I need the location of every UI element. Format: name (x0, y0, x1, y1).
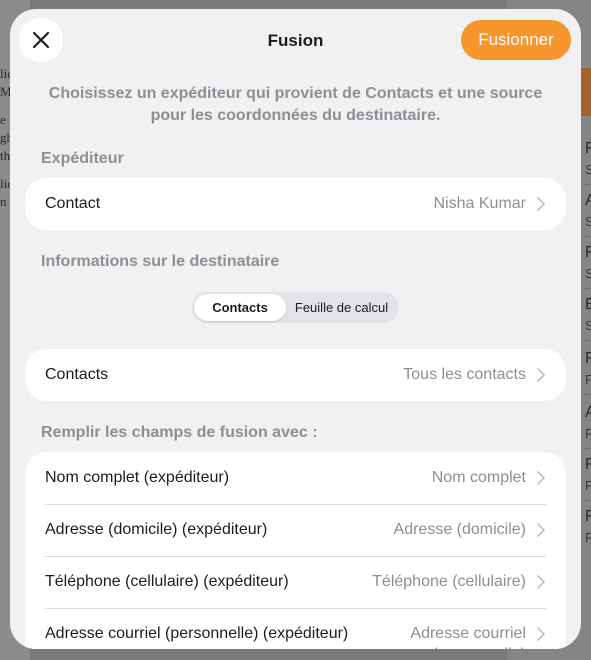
background-letter: A (585, 404, 591, 421)
background-letter: E (585, 296, 591, 313)
section-header-merge-fields: Remplir les champs de fusion avec : (41, 424, 318, 441)
background-divider (585, 500, 591, 501)
merge-field-row-home-address[interactable]: Adresse (domicile) (expéditeur) Adresse … (25, 504, 566, 556)
background-divider (585, 236, 591, 237)
chevron-right-icon (537, 368, 545, 382)
intro-text: Choisissez un expéditeur qui provient de… (48, 85, 543, 124)
background-letter: F (585, 140, 591, 157)
recipient-contacts-row[interactable]: Contacts Tous les contacts (25, 349, 566, 401)
background-divider (585, 288, 591, 289)
background-letter-sub: S (585, 162, 591, 177)
background-letter-sub: S (585, 214, 591, 229)
sender-contact-row[interactable]: Contact Nisha Kumar (25, 178, 566, 230)
background-letter-sub: F (585, 372, 591, 387)
background-letter: F (585, 350, 591, 367)
background-divider (585, 184, 591, 185)
recipient-source-segmented-control: Contacts Feuille de calcul (192, 292, 399, 323)
merge-button[interactable]: Fusionner (461, 20, 571, 60)
row-value: Nisha Kumar (433, 195, 526, 212)
row-value: Adresse (domicile) (393, 521, 526, 538)
section-header-sender: Expéditeur (41, 150, 124, 167)
background-letter: F (585, 456, 591, 473)
segment-contacts[interactable]: Contacts (194, 294, 286, 321)
row-value: Nom complet (431, 469, 526, 486)
background-letter: F (585, 244, 591, 261)
chevron-right-icon (537, 471, 545, 485)
background-letter-sub: S (585, 318, 591, 333)
background-divider (585, 340, 591, 341)
background-divider (585, 394, 591, 395)
row-label: Adresse courriel (personnelle) (expédite… (45, 625, 349, 642)
chevron-right-icon (537, 627, 545, 641)
section-header-recipient: Informations sur le destinataire (41, 253, 280, 270)
row-label: Contact (45, 195, 101, 212)
merge-field-row-full-name[interactable]: Nom complet (expéditeur) Nom complet (25, 452, 566, 504)
merge-field-row-personal-email[interactable]: Adresse courriel (personnelle) (expédite… (25, 608, 566, 649)
row-label: Nom complet (expéditeur) (45, 469, 230, 486)
chevron-right-icon (537, 523, 545, 537)
row-value: Téléphone (cellulaire) (372, 573, 526, 590)
recipient-card: Contacts Tous les contacts (25, 349, 566, 401)
merge-fields-card: Nom complet (expéditeur) Nom complet Adr… (25, 452, 566, 649)
sender-card: Contact Nisha Kumar (25, 178, 566, 230)
merge-sheet: Fusion Fusionner Choisissez un expéditeu… (10, 9, 581, 649)
background-letter-sub: F (585, 426, 591, 441)
row-value: Tous les contacts (403, 366, 526, 383)
background-letter: A (585, 192, 591, 209)
row-label: Contacts (45, 366, 109, 383)
merge-field-row-mobile-phone[interactable]: Téléphone (cellulaire) (expéditeur) Télé… (25, 556, 566, 608)
row-value: Adresse courriel (personnelle) (410, 625, 526, 649)
chevron-right-icon (537, 197, 545, 211)
segment-spreadsheet[interactable]: Feuille de calcul (286, 294, 397, 321)
background-letter-sub: F (585, 530, 591, 545)
chevron-right-icon (537, 575, 545, 589)
background-divider (585, 448, 591, 449)
row-label: Adresse (domicile) (expéditeur) (45, 521, 268, 538)
background-letter: F (585, 508, 591, 525)
row-label: Téléphone (cellulaire) (expéditeur) (45, 573, 289, 590)
background-letter-sub: F (585, 478, 591, 493)
background-letter-sub: S (585, 266, 591, 281)
